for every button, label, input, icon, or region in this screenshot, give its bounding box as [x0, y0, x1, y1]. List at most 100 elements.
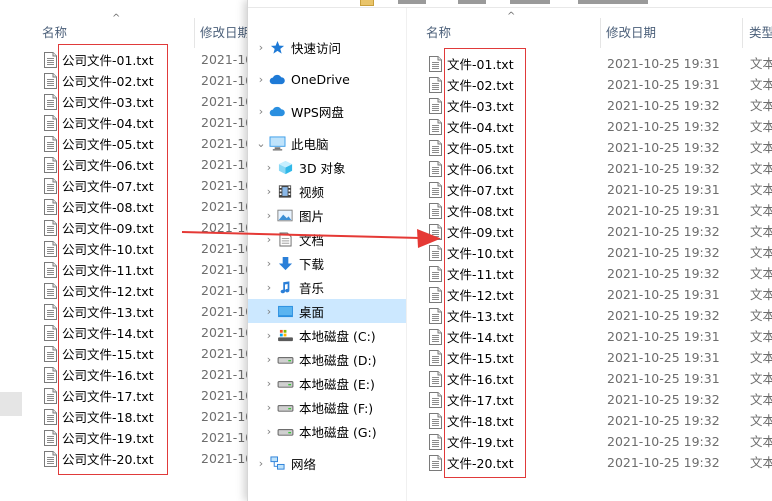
chevron-right-icon[interactable]: ›	[262, 257, 276, 270]
text-file-icon	[44, 51, 57, 68]
file-modified-date: 2021-10	[201, 199, 254, 214]
cloud-icon	[268, 103, 286, 119]
nav-item[interactable]: › 快速访问	[248, 35, 406, 59]
breadcrumb-segment[interactable]	[398, 0, 426, 4]
chevron-right-icon[interactable]: ›	[262, 377, 276, 390]
text-file-icon	[429, 223, 442, 240]
column-header-name[interactable]: 名称	[426, 22, 451, 44]
chevron-right-icon[interactable]: ›	[262, 209, 276, 222]
file-modified-date: 2021-10-25 19:32	[607, 161, 720, 176]
nav-item[interactable]: › 本地磁盘 (F:)	[248, 395, 406, 419]
file-type: 文本	[750, 182, 772, 197]
address-bar[interactable]	[248, 0, 772, 8]
scrollbar[interactable]	[0, 392, 22, 416]
file-modified-date: 2021-10-25 19:32	[607, 98, 720, 113]
text-file-icon	[429, 286, 442, 303]
nav-item[interactable]: › 图片	[248, 203, 406, 227]
front-explorer-window: › 快速访问 › OneDrive › WPS网盘 ⌄ 此电脑 › 3D 对象 › 视频 › 图片 › 文档 ›…	[247, 0, 772, 501]
drive-icon	[276, 375, 294, 391]
file-modified-date: 2021-10-25 19:31	[607, 371, 720, 386]
file-type: 文本	[750, 287, 772, 302]
cube-icon	[276, 159, 294, 175]
download-arrow-icon	[276, 255, 294, 271]
file-type: 文本	[750, 350, 772, 365]
chevron-right-icon[interactable]: ›	[262, 329, 276, 342]
chevron-right-icon[interactable]: ›	[262, 281, 276, 294]
text-file-icon	[429, 202, 442, 219]
file-modified-date: 2021-10-25 19:32	[607, 266, 720, 281]
nav-item[interactable]: › 3D 对象	[248, 155, 406, 179]
sort-ascending-icon: ^	[112, 13, 121, 24]
chevron-right-icon[interactable]: ›	[254, 73, 268, 86]
text-file-icon	[44, 450, 57, 467]
nav-item-label: 本地磁盘 (G:)	[299, 424, 377, 440]
nav-item[interactable]: › 网络	[248, 451, 406, 475]
chevron-down-icon[interactable]: ⌄	[254, 137, 268, 150]
text-file-icon	[44, 198, 57, 215]
chevron-right-icon[interactable]: ›	[254, 457, 268, 470]
nav-item[interactable]: › 本地磁盘 (E:)	[248, 371, 406, 395]
nav-item[interactable]: › 文档	[248, 227, 406, 251]
text-file-icon	[429, 370, 442, 387]
nav-item[interactable]: › 视频	[248, 179, 406, 203]
text-file-icon	[429, 349, 442, 366]
file-modified-date: 2021-10-25 19:31	[607, 182, 720, 197]
chevron-right-icon[interactable]: ›	[262, 161, 276, 174]
chevron-right-icon[interactable]: ›	[254, 41, 268, 54]
music-note-icon	[276, 279, 294, 295]
text-file-icon	[429, 181, 442, 198]
nav-item[interactable]: › 本地磁盘 (C:)	[248, 323, 406, 347]
breadcrumb-segment[interactable]	[510, 0, 550, 4]
chevron-right-icon[interactable]: ›	[254, 105, 268, 118]
nav-item-label: 桌面	[299, 304, 325, 320]
column-header-name[interactable]: 名称	[42, 22, 67, 44]
file-type: 文本	[750, 455, 772, 470]
nav-item[interactable]: › 音乐	[248, 275, 406, 299]
text-file-icon	[429, 391, 442, 408]
nav-item[interactable]: › OneDrive	[248, 67, 406, 91]
file-type: 文本	[750, 203, 772, 218]
nav-item-label: 视频	[299, 184, 325, 200]
text-file-icon	[44, 72, 57, 89]
text-file-icon	[44, 324, 57, 341]
chevron-right-icon[interactable]: ›	[262, 305, 276, 318]
text-file-icon	[429, 328, 442, 345]
chevron-right-icon[interactable]: ›	[262, 401, 276, 414]
column-header-modified[interactable]: 修改日期	[606, 22, 656, 44]
breadcrumb-segment[interactable]	[578, 0, 648, 4]
text-file-icon	[44, 303, 57, 320]
nav-item-label: OneDrive	[291, 71, 350, 87]
text-file-icon	[44, 93, 57, 110]
chevron-right-icon[interactable]: ›	[262, 353, 276, 366]
chevron-right-icon[interactable]: ›	[262, 233, 276, 246]
nav-item[interactable]: › 下载	[248, 251, 406, 275]
back-explorer-window: ^ 名称 修改日期 公司文件-01.txt 2021-10 公司文件-02.txt 2…	[0, 0, 254, 501]
file-modified-date: 2021-10-25 19:32	[607, 119, 720, 134]
text-file-icon	[429, 139, 442, 156]
pane-divider[interactable]	[406, 8, 407, 501]
nav-item[interactable]: › 桌面	[248, 299, 406, 323]
file-modified-date: 2021-10-25 19:32	[607, 434, 720, 449]
breadcrumb-segment[interactable]	[458, 0, 486, 4]
nav-item[interactable]: › 本地磁盘 (D:)	[248, 347, 406, 371]
star-icon	[268, 39, 286, 55]
file-modified-date: 2021-10	[201, 262, 254, 277]
folder-icon	[360, 0, 374, 6]
nav-item[interactable]: › 本地磁盘 (G:)	[248, 419, 406, 443]
text-file-icon	[429, 160, 442, 177]
chevron-right-icon[interactable]: ›	[262, 425, 276, 438]
file-type: 文本	[750, 308, 772, 323]
text-file-icon	[44, 387, 57, 404]
file-type: 文本	[750, 371, 772, 386]
text-file-icon	[44, 261, 57, 278]
text-file-icon	[44, 114, 57, 131]
column-header-modified[interactable]: 修改日期	[200, 22, 250, 44]
nav-item[interactable]: ⌄ 此电脑	[248, 131, 406, 155]
nav-item-label: 快速访问	[291, 40, 342, 56]
nav-item[interactable]: › WPS网盘	[248, 99, 406, 123]
text-file-icon	[44, 282, 57, 299]
file-modified-date: 2021-10	[201, 346, 254, 361]
column-header-type[interactable]: 类型	[749, 22, 772, 44]
chevron-right-icon[interactable]: ›	[262, 185, 276, 198]
file-modified-date: 2021-10-25 19:32	[607, 392, 720, 407]
